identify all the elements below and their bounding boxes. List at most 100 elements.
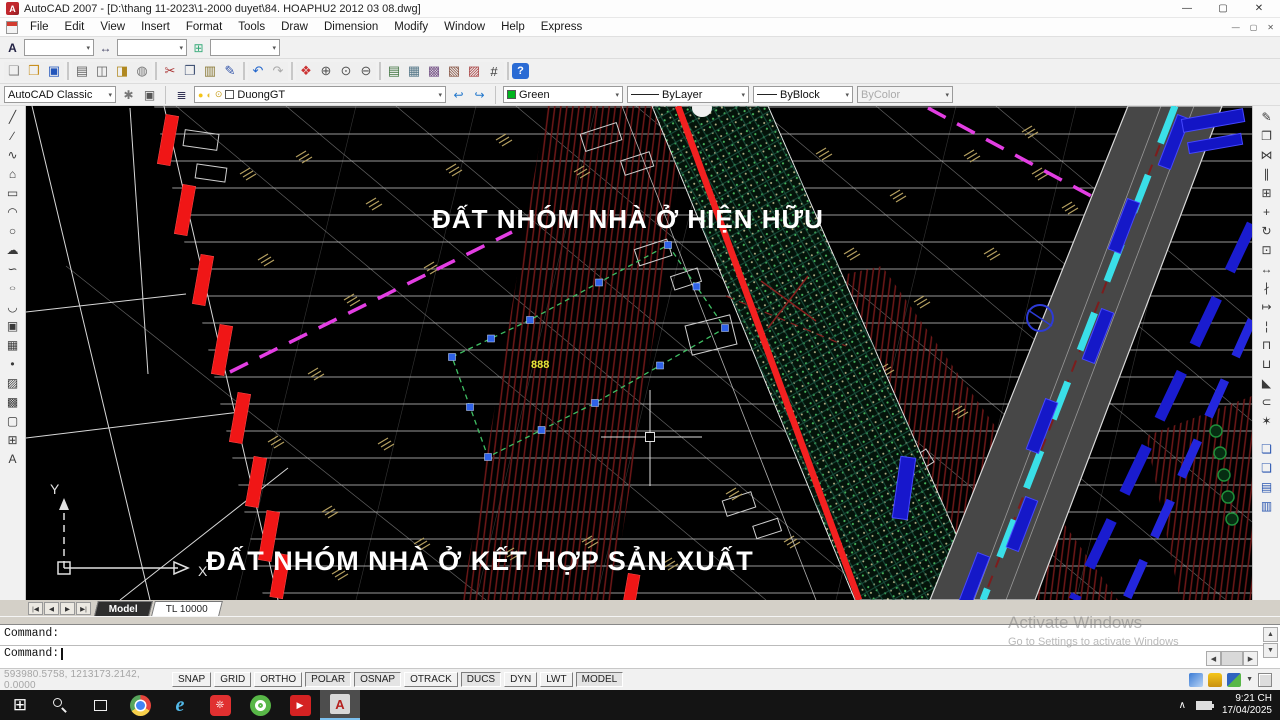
- mdi-close-button[interactable]: ✕: [1267, 23, 1274, 32]
- task-view-button[interactable]: [80, 690, 120, 720]
- paste-icon[interactable]: ▥: [200, 62, 220, 81]
- make-block-icon[interactable]: ▦: [3, 336, 22, 354]
- workspace-settings-icon[interactable]: ✱: [120, 86, 137, 103]
- array-icon[interactable]: ⊞: [1257, 184, 1276, 202]
- menu-item[interactable]: Express: [533, 19, 591, 35]
- extend-icon[interactable]: ↦: [1257, 298, 1276, 316]
- save-icon[interactable]: ▣: [44, 62, 64, 81]
- table-style-combo[interactable]: ▾: [210, 39, 280, 56]
- copy-icon[interactable]: ❐: [180, 62, 200, 81]
- undo-icon[interactable]: ↶: [248, 62, 268, 81]
- zoom-window-icon[interactable]: ⊙: [336, 62, 356, 81]
- clean-screen-button[interactable]: [1258, 673, 1272, 687]
- properties-icon[interactable]: ▤: [384, 62, 404, 81]
- ellipse-icon[interactable]: ○: [3, 283, 22, 294]
- osnap-toggle[interactable]: OSNAP: [354, 672, 401, 687]
- chamfer-icon[interactable]: ◣: [1257, 374, 1276, 392]
- command-vscrollbar[interactable]: ▲ ▼: [1263, 627, 1278, 658]
- grid-toggle[interactable]: GRID: [214, 672, 251, 687]
- publish-icon[interactable]: ◨: [112, 62, 132, 81]
- zoom-realtime-icon[interactable]: ⊕: [316, 62, 336, 81]
- offset-icon[interactable]: ∥: [1257, 165, 1276, 183]
- separator[interactable]: [291, 62, 293, 80]
- break-at-point-icon[interactable]: ¦: [1257, 317, 1276, 335]
- chrome-button[interactable]: [120, 690, 160, 720]
- rotate-icon[interactable]: ↻: [1257, 222, 1276, 240]
- spline-icon[interactable]: ∽: [3, 260, 22, 278]
- revcloud-icon[interactable]: ☁: [3, 241, 22, 259]
- workspace-combo[interactable]: AutoCAD Classic▾: [4, 86, 116, 103]
- scroll-left-icon[interactable]: ◀: [1206, 651, 1221, 666]
- move-icon[interactable]: +: [1257, 203, 1276, 221]
- send-to-back-icon[interactable]: ❏: [1257, 459, 1276, 477]
- menu-item[interactable]: Tools: [230, 19, 273, 35]
- rectangle-icon[interactable]: ▭: [3, 184, 22, 202]
- model-toggle[interactable]: MODEL: [576, 672, 624, 687]
- hatch-icon[interactable]: ▨: [3, 374, 22, 392]
- break-icon[interactable]: ⊓: [1257, 336, 1276, 354]
- redo-icon[interactable]: ↷: [268, 62, 288, 81]
- gradient-icon[interactable]: ▩: [3, 393, 22, 411]
- plot-icon[interactable]: ▤: [72, 62, 92, 81]
- circle-icon[interactable]: ○: [3, 222, 22, 240]
- bring-to-front-icon[interactable]: ❏: [1257, 440, 1276, 458]
- dyn-toggle[interactable]: DYN: [504, 672, 537, 687]
- snap-toggle[interactable]: SNAP: [172, 672, 211, 687]
- separator[interactable]: [67, 62, 69, 80]
- send-under-icon[interactable]: ▥: [1257, 497, 1276, 515]
- lineweight-combo[interactable]: ByBlock ▾: [753, 86, 853, 103]
- scroll-up-icon[interactable]: ▲: [1263, 627, 1278, 642]
- autocad-taskbar-button[interactable]: A: [320, 690, 360, 720]
- ie-button[interactable]: e: [160, 690, 200, 720]
- scroll-down-icon[interactable]: ▼: [1263, 643, 1278, 658]
- color-combo[interactable]: Green ▾: [503, 86, 623, 103]
- markup-icon[interactable]: ▨: [464, 62, 484, 81]
- drawing-canvas[interactable]: 888 Y X ĐẤT NHÓM N: [26, 106, 1252, 600]
- sheetset-icon[interactable]: ▧: [444, 62, 464, 81]
- table-icon[interactable]: ⊞: [3, 431, 22, 449]
- my-workspace-icon[interactable]: ▣: [141, 86, 158, 103]
- insert-block-icon[interactable]: ▣: [3, 317, 22, 335]
- coccoc-button[interactable]: [240, 690, 280, 720]
- copy-object-icon[interactable]: ❐: [1257, 127, 1276, 145]
- menu-item[interactable]: Edit: [57, 19, 93, 35]
- trim-icon[interactable]: ∤: [1257, 279, 1276, 297]
- separator[interactable]: [379, 62, 381, 80]
- mdi-restore-button[interactable]: ▢: [1250, 23, 1258, 32]
- polar-toggle[interactable]: POLAR: [305, 672, 351, 687]
- menu-item[interactable]: Modify: [386, 19, 436, 35]
- dim-style-icon[interactable]: ↔: [97, 39, 114, 56]
- separator[interactable]: [243, 62, 245, 80]
- command-window[interactable]: Command: Command: ▲ ▼ ◀ ▶: [0, 625, 1280, 668]
- mirror-icon[interactable]: ⋈: [1257, 146, 1276, 164]
- explode-icon[interactable]: ✶: [1257, 412, 1276, 430]
- clock[interactable]: 9:21 CH 17/04/2025: [1222, 693, 1272, 718]
- fillet-icon[interactable]: ⊂: [1257, 393, 1276, 411]
- minimize-button[interactable]: —: [1180, 3, 1194, 14]
- battery-icon[interactable]: [1196, 701, 1212, 710]
- cad-drawing[interactable]: 888 Y X ĐẤT NHÓM N: [26, 106, 1252, 600]
- match-properties-icon[interactable]: ✎: [220, 62, 240, 81]
- menu-item[interactable]: View: [92, 19, 133, 35]
- close-button[interactable]: ✕: [1252, 3, 1266, 14]
- tab-tl-10000[interactable]: TL 10000: [151, 601, 223, 616]
- menu-item[interactable]: Window: [436, 19, 493, 35]
- command-prompt-line[interactable]: Command:: [0, 644, 1280, 663]
- prev-tab-button[interactable]: ◀: [44, 602, 59, 615]
- arc-icon[interactable]: ◠: [3, 203, 22, 221]
- scroll-right-icon[interactable]: ▶: [1243, 651, 1258, 666]
- mtext-icon[interactable]: A: [3, 450, 22, 468]
- dim-style-combo[interactable]: ▾: [117, 39, 187, 56]
- text-style-combo[interactable]: ▾: [24, 39, 94, 56]
- open-icon[interactable]: ❒: [24, 62, 44, 81]
- qnew-icon[interactable]: ❑: [4, 62, 24, 81]
- menu-item[interactable]: Help: [493, 19, 533, 35]
- table-style-icon[interactable]: ⊞: [190, 39, 207, 56]
- ducs-toggle[interactable]: DUCS: [461, 672, 501, 687]
- menu-item[interactable]: Draw: [273, 19, 316, 35]
- tab-model[interactable]: Model: [94, 601, 153, 616]
- tray-arrow-icon[interactable]: ▼: [1246, 676, 1253, 683]
- linetype-combo[interactable]: ByLayer ▾: [627, 86, 749, 103]
- layer-properties-icon[interactable]: ≣: [173, 86, 190, 103]
- otrack-toggle[interactable]: OTRACK: [404, 672, 458, 687]
